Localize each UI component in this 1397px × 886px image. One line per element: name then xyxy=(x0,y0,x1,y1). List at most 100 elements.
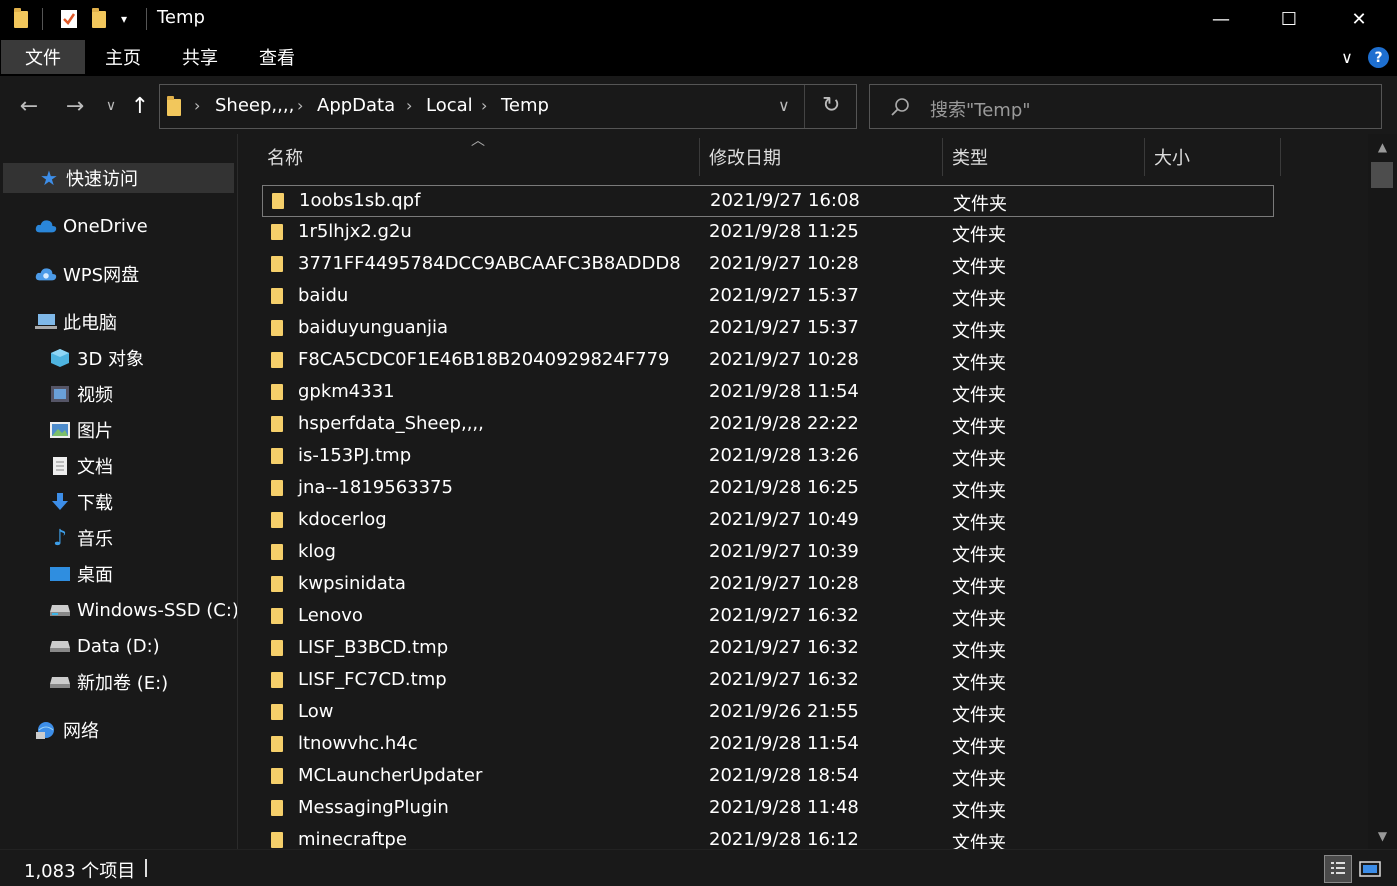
help-icon[interactable]: ? xyxy=(1368,47,1389,68)
nav-item-desktop[interactable]: 桌面 xyxy=(49,559,113,589)
address-dropdown-icon[interactable]: ∨ xyxy=(778,96,790,115)
search-icon xyxy=(891,98,909,116)
computer-icon xyxy=(35,311,57,333)
file-row[interactable]: baidu 2021/9/27 15:37 文件夹 xyxy=(262,281,1274,313)
new-folder-icon[interactable] xyxy=(92,0,106,38)
file-type: 文件夹 xyxy=(952,481,1006,502)
breadcrumb-appdata[interactable]: AppData xyxy=(317,95,395,116)
file-type: 文件夹 xyxy=(952,609,1006,630)
tab-home[interactable]: 主页 xyxy=(92,40,154,74)
cube-icon xyxy=(49,347,71,369)
file-modified-date: 2021/9/28 18:54 xyxy=(709,765,859,786)
nav-item-onedrive[interactable]: OneDrive xyxy=(35,211,148,241)
file-modified-date: 2021/9/28 16:12 xyxy=(709,829,859,849)
breadcrumb-separator[interactable]: › xyxy=(406,96,412,115)
file-row[interactable]: minecraftpe 2021/9/28 16:12 文件夹 xyxy=(262,825,1274,849)
scroll-down-icon[interactable]: ▼ xyxy=(1368,829,1397,843)
folder-icon xyxy=(271,800,283,816)
recent-locations-button[interactable]: ∨ xyxy=(96,91,126,121)
file-row[interactable]: LISF_FC7CD.tmp 2021/9/27 16:32 文件夹 xyxy=(262,665,1274,697)
search-box[interactable]: 搜索"Temp" xyxy=(869,84,1382,129)
tab-view[interactable]: 查看 xyxy=(246,40,308,74)
file-row[interactable]: 1oobs1sb.qpf 2021/9/27 16:08 文件夹 xyxy=(262,185,1274,217)
file-row[interactable]: kwpsinidata 2021/9/27 10:28 文件夹 xyxy=(262,569,1274,601)
breadcrumb-separator[interactable]: › xyxy=(297,96,303,115)
nav-item-documents[interactable]: 文档 xyxy=(49,451,113,481)
file-row[interactable]: is-153PJ.tmp 2021/9/28 13:26 文件夹 xyxy=(262,441,1274,473)
vertical-scrollbar[interactable]: ▲ ▼ xyxy=(1368,134,1397,849)
file-row[interactable]: F8CA5CDC0F1E46B18B2040929824F779 2021/9/2… xyxy=(262,345,1274,377)
file-row[interactable]: MessagingPlugin 2021/9/28 11:48 文件夹 xyxy=(262,793,1274,825)
nav-item-label: Windows-SSD (C:) xyxy=(77,599,239,621)
folder-icon xyxy=(271,320,283,336)
file-row[interactable]: Low 2021/9/26 21:55 文件夹 xyxy=(262,697,1274,729)
expand-ribbon-icon[interactable]: ∨ xyxy=(1333,40,1361,74)
scroll-thumb[interactable] xyxy=(1371,162,1393,188)
file-modified-date: 2021/9/27 15:37 xyxy=(709,317,859,338)
nav-item-quick-access[interactable]: ★ 快速访问 xyxy=(3,163,234,193)
maximize-button[interactable]: ☐ xyxy=(1266,0,1312,38)
nav-item-network[interactable]: 网络 xyxy=(35,715,99,745)
nav-item-pictures[interactable]: 图片 xyxy=(49,415,113,445)
file-row[interactable]: kdocerlog 2021/9/27 10:49 文件夹 xyxy=(262,505,1274,537)
properties-icon[interactable] xyxy=(60,0,78,38)
column-header-type[interactable]: 类型 xyxy=(943,134,1144,180)
file-list[interactable]: 1oobs1sb.qpf 2021/9/27 16:08 文件夹 1r5lhjx2.g… xyxy=(238,180,1368,849)
file-modified-date: 2021/9/27 16:32 xyxy=(709,605,859,626)
file-row[interactable]: ltnowvhc.h4c 2021/9/28 11:54 文件夹 xyxy=(262,729,1274,761)
star-icon: ★ xyxy=(40,166,58,190)
details-view-button[interactable] xyxy=(1324,855,1352,883)
nav-item-this-pc[interactable]: 此电脑 xyxy=(35,307,117,337)
nav-item-music[interactable]: ♪ 音乐 xyxy=(49,523,113,553)
up-button[interactable]: ↑ xyxy=(125,91,155,121)
large-icons-view-button[interactable] xyxy=(1356,855,1384,883)
file-row[interactable]: gpkm4331 2021/9/28 11:54 文件夹 xyxy=(262,377,1274,409)
breadcrumb-local[interactable]: Local xyxy=(426,95,473,116)
column-divider[interactable] xyxy=(1280,138,1281,176)
file-row[interactable]: LISF_B3BCD.tmp 2021/9/27 16:32 文件夹 xyxy=(262,633,1274,665)
address-bar[interactable]: › Sheep,,,, › AppData › Local › Temp ∨ ↻ xyxy=(159,84,857,129)
minimize-button[interactable]: — xyxy=(1198,0,1244,38)
nav-item-downloads[interactable]: 下载 xyxy=(49,487,113,517)
refresh-icon[interactable]: ↻ xyxy=(822,93,840,118)
file-row[interactable]: jna--1819563375 2021/9/28 16:25 文件夹 xyxy=(262,473,1274,505)
tab-share[interactable]: 共享 xyxy=(169,40,231,74)
file-modified-date: 2021/9/27 10:28 xyxy=(709,253,859,274)
scroll-up-icon[interactable]: ▲ xyxy=(1368,140,1397,154)
file-row[interactable]: Lenovo 2021/9/27 16:32 文件夹 xyxy=(262,601,1274,633)
file-row[interactable]: 1r5lhjx2.g2u 2021/9/28 11:25 文件夹 xyxy=(262,217,1274,249)
nav-item-3d-objects[interactable]: 3D 对象 xyxy=(49,343,144,373)
navigation-pane: ★ 快速访问 OneDrive WPS网盘 此电脑 3D 对象 视频 图片 文档… xyxy=(0,134,239,849)
nav-item-wps-drive[interactable]: WPS网盘 xyxy=(35,259,139,289)
breadcrumb-separator[interactable]: › xyxy=(194,96,200,115)
file-row[interactable]: 3771FF4495784DCC9ABCAAFC3B8ADDD8 2021/9/2… xyxy=(262,249,1274,281)
breadcrumb-user[interactable]: Sheep,,,, xyxy=(215,95,294,116)
column-header-name[interactable]: 名称 xyxy=(258,134,698,180)
nav-item-drive-c[interactable]: Windows-SSD (C:) xyxy=(49,595,239,625)
file-row[interactable]: baiduyunguanjia 2021/9/27 15:37 文件夹 xyxy=(262,313,1274,345)
file-type: 文件夹 xyxy=(952,545,1006,566)
nav-item-videos[interactable]: 视频 xyxy=(49,379,113,409)
search-input[interactable]: 搜索"Temp" xyxy=(930,96,1031,122)
breadcrumb-temp[interactable]: Temp xyxy=(501,95,549,116)
folder-icon xyxy=(271,224,283,240)
column-header-size[interactable]: 大小 xyxy=(1145,134,1280,180)
file-row[interactable]: hsperfdata_Sheep,,,, 2021/9/28 22:22 文件夹 xyxy=(262,409,1274,441)
customize-toolbar-icon[interactable]: ▾ xyxy=(121,0,127,38)
close-button[interactable]: ✕ xyxy=(1336,0,1382,38)
forward-button[interactable]: → xyxy=(60,91,90,121)
download-icon xyxy=(49,491,71,513)
cloud-icon xyxy=(35,215,57,237)
status-bar: 1,083 个项目 xyxy=(0,849,1397,886)
back-button[interactable]: ← xyxy=(14,91,44,121)
desktop-icon xyxy=(49,563,71,585)
nav-item-drive-e[interactable]: 新加卷 (E:) xyxy=(49,667,168,697)
breadcrumb-separator[interactable]: › xyxy=(481,96,487,115)
folder-icon xyxy=(271,832,283,848)
tab-file[interactable]: 文件 xyxy=(1,40,85,74)
nav-item-drive-d[interactable]: Data (D:) xyxy=(49,631,160,661)
column-header-date[interactable]: 修改日期 xyxy=(700,134,942,180)
file-row[interactable]: MCLauncherUpdater 2021/9/28 18:54 文件夹 xyxy=(262,761,1274,793)
file-type: 文件夹 xyxy=(952,353,1006,374)
file-row[interactable]: klog 2021/9/27 10:39 文件夹 xyxy=(262,537,1274,569)
